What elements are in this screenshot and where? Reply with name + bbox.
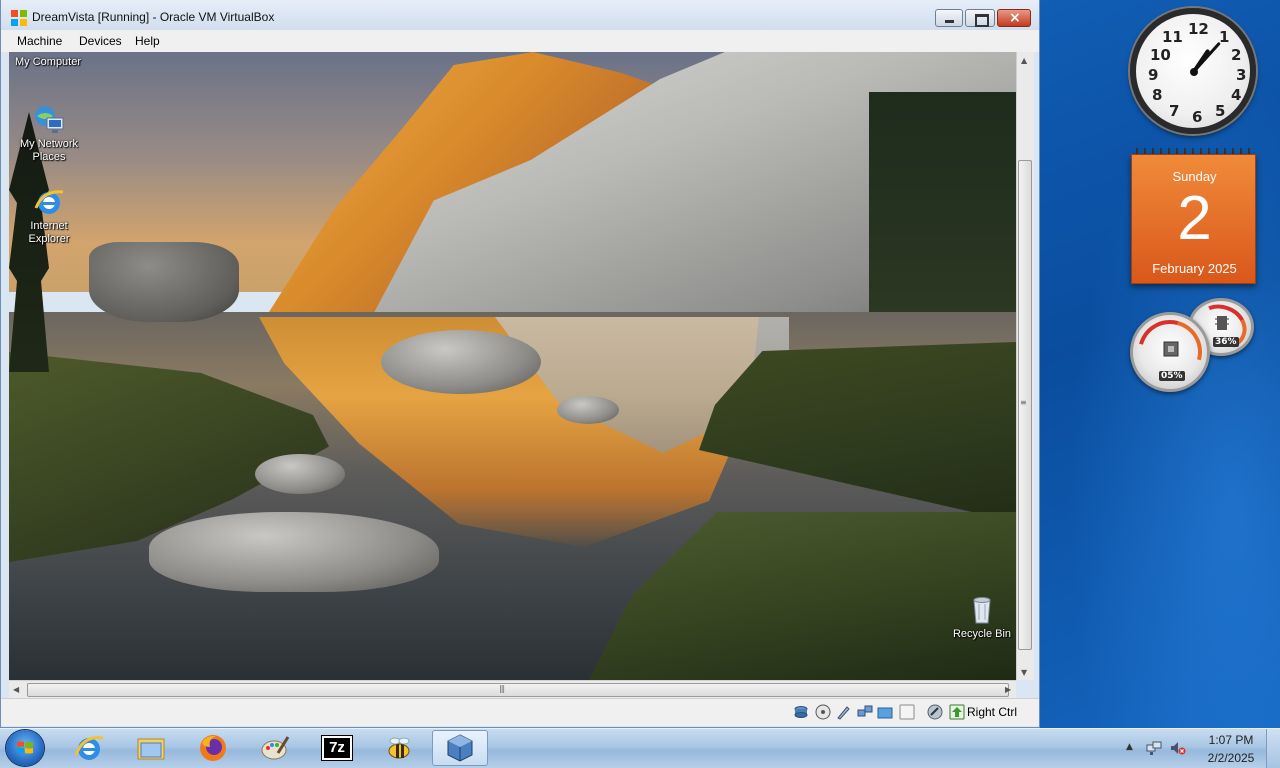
network-places-label-line2: Places	[32, 151, 66, 163]
internet-explorer-label-line1: Internet	[30, 220, 68, 232]
clock-number: 9	[1148, 66, 1159, 84]
host-key-label: Right Ctrl	[967, 705, 1018, 719]
cpu-chip-icon	[1163, 341, 1179, 357]
maximize-button[interactable]	[965, 9, 995, 27]
recycle-bin-icon	[973, 597, 991, 624]
menu-help[interactable]: Help	[135, 34, 160, 48]
internet-explorer-icon	[34, 190, 64, 214]
clock-number: 4	[1231, 86, 1242, 104]
virtualbox-window: DreamVista [Running] - Oracle VM Virtual…	[0, 0, 1040, 728]
guest-display[interactable]: My Computer My Network Places Internet E…	[9, 52, 1016, 680]
calendar-day: Sunday	[1172, 169, 1217, 184]
7zip-icon: 7z	[321, 735, 353, 761]
paint-icon	[261, 736, 290, 760]
clock-number: 7	[1169, 102, 1180, 120]
window-title: DreamVista [Running] - Oracle VM Virtual…	[32, 10, 275, 24]
usb-pen-icon[interactable]	[835, 704, 851, 720]
wallpaper-rock	[381, 330, 541, 394]
clock-center-pin	[1190, 68, 1198, 76]
memory-chip-icon	[1215, 316, 1229, 330]
wallpaper-rock	[557, 396, 619, 424]
hard-disk-icon[interactable]	[793, 704, 809, 720]
optical-drive-icon[interactable]	[815, 704, 831, 720]
network-places-label-line1: My Network	[19, 138, 79, 150]
menu-bar: Machine Devices Help	[1, 30, 1039, 52]
title-bar[interactable]: DreamVista [Running] - Oracle VM Virtual…	[1, 0, 1039, 34]
virtualbox-icon	[447, 734, 473, 762]
calendar-gadget[interactable]: Sunday 2 February 2025	[1131, 154, 1256, 284]
volume-muted-icon[interactable]	[1170, 740, 1186, 756]
clock-number: 8	[1152, 86, 1163, 104]
scroll-down-arrow-icon[interactable]: ▼	[1021, 668, 1027, 677]
wallpaper-rock	[149, 512, 439, 592]
guest-icon-internet-explorer[interactable]: Internet Explorer	[9, 186, 89, 246]
wallpaper-rock	[255, 454, 345, 494]
scroll-up-arrow-icon[interactable]: ▲	[1021, 56, 1027, 65]
clock-number: 2	[1231, 46, 1242, 64]
recycle-bin-label: Recycle Bin	[952, 628, 1012, 640]
memory-meter-value: 36%	[1213, 337, 1239, 347]
host-key-arrow-icon[interactable]	[949, 704, 965, 720]
bee-app-icon	[388, 737, 410, 759]
clock-number: 5	[1215, 102, 1226, 120]
internet-explorer-icon	[74, 736, 104, 760]
internet-explorer-label-line2: Explorer	[28, 233, 70, 245]
horizontal-grip-icon: |||	[499, 684, 505, 693]
windows-logo-icon	[17, 741, 33, 754]
scroll-left-arrow-icon[interactable]: ◀	[13, 685, 19, 694]
menu-machine[interactable]: Machine	[17, 34, 62, 48]
windows-explorer-icon	[137, 738, 165, 760]
clock-number: 11	[1162, 28, 1183, 46]
clock-number: 12	[1188, 20, 1209, 38]
shared-folder-icon[interactable]	[877, 704, 893, 720]
network-places-icon	[35, 106, 64, 133]
show-hidden-icons-button[interactable]: ▲	[1126, 742, 1133, 752]
clock-number: 10	[1150, 46, 1171, 64]
vertical-grip-icon: ≡	[1020, 398, 1027, 407]
cpu-meter-gadget[interactable]: 05%	[1126, 308, 1214, 396]
guest-icon-network-places[interactable]: My Network Places	[9, 104, 89, 164]
capture-icon[interactable]	[927, 704, 943, 720]
firefox-icon	[200, 735, 226, 761]
cpu-meter-value: 05%	[1159, 371, 1185, 381]
calendar-month: February 2025	[1152, 261, 1237, 276]
close-icon: ×	[1009, 10, 1021, 26]
guest-icon-my-computer[interactable]: My Computer	[11, 56, 83, 69]
clock-number: 3	[1236, 66, 1247, 84]
calendar-date: 2	[1177, 184, 1212, 253]
minimize-button[interactable]	[935, 9, 963, 27]
network-adapter-icon[interactable]	[857, 704, 873, 720]
horizontal-scroll-thumb[interactable]	[27, 683, 1009, 697]
clock-number: 6	[1192, 108, 1203, 126]
close-button[interactable]: ×	[997, 9, 1031, 27]
taskbar-clock-time[interactable]: 1:07 PM	[1196, 733, 1266, 747]
wallpaper-rock	[89, 242, 239, 322]
my-computer-label: My Computer	[15, 56, 82, 68]
guest-icon-recycle-bin[interactable]: Recycle Bin	[951, 594, 1013, 641]
virtualbox-window-icon	[11, 10, 27, 26]
clock-gadget[interactable]: 12 1 2 3 4 5 6 7 8 9 10 11	[1130, 8, 1256, 134]
show-desktop-button[interactable]	[1266, 729, 1280, 768]
menu-devices[interactable]: Devices	[79, 34, 122, 48]
scroll-right-arrow-icon[interactable]: ▶	[1005, 685, 1011, 694]
display-icon[interactable]	[899, 704, 915, 720]
taskbar-clock-date[interactable]: 2/2/2025	[1196, 751, 1266, 765]
network-tray-icon[interactable]	[1146, 740, 1162, 756]
